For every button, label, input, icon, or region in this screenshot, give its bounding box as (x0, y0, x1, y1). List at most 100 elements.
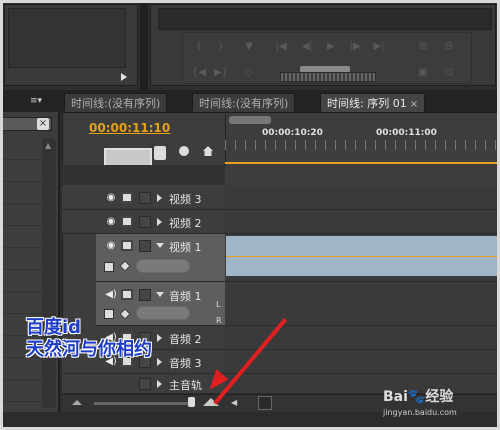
settings-icon[interactable]: ⊡ (440, 66, 458, 80)
monitor-screen (158, 8, 492, 30)
step-back-icon[interactable]: ◀| (298, 40, 316, 54)
track-name: 视频 3 (169, 193, 202, 206)
work-area-indicator (225, 162, 497, 164)
waveform-icon[interactable] (104, 309, 114, 319)
track-lane-video-2[interactable] (225, 210, 497, 234)
expand-icon[interactable] (157, 218, 162, 226)
clear-search-icon[interactable]: × (37, 118, 49, 130)
goto-in-icon[interactable]: |◀ (272, 40, 290, 54)
expand-icon[interactable] (157, 358, 162, 366)
track-name: 主音轨 (169, 379, 202, 392)
keyframe-navigator[interactable] (136, 259, 190, 273)
list-item[interactable] (0, 248, 42, 270)
tab-label: 时间线:(没有序列) (199, 97, 289, 110)
lock-toggle[interactable] (139, 216, 151, 228)
right-channel-label: R (216, 316, 222, 325)
tab-label: 时间线:(没有序列) (71, 97, 161, 110)
lock-toggle[interactable] (139, 240, 151, 252)
track-name: 视频 2 (169, 217, 202, 230)
snap-icon[interactable] (154, 146, 166, 160)
list-item[interactable] (0, 358, 42, 380)
overlay-icon[interactable]: ⊟ (440, 40, 458, 54)
eye-icon[interactable]: ◉ (104, 193, 118, 203)
mark-out-icon[interactable]: } (212, 40, 230, 54)
list-item[interactable] (0, 292, 42, 314)
zoom-out-icon[interactable] (72, 400, 82, 405)
scroll-left-icon[interactable]: ◀ (231, 398, 237, 407)
left-channel-label: L (216, 300, 221, 309)
eye-icon[interactable]: ◉ (104, 241, 118, 251)
paw-icon: 🐾 (407, 389, 426, 405)
track-name: 音频 2 (169, 333, 202, 346)
track-lane-audio-3[interactable] (225, 350, 497, 374)
ruler-label: 00:00:10:20 (262, 128, 323, 138)
scroll-up-icon[interactable]: ▲ (45, 141, 51, 150)
collapse-icon[interactable] (156, 243, 164, 248)
baidu-url: jingyan.baidu.com (383, 408, 457, 417)
goto-out-icon[interactable]: ▶| (370, 40, 388, 54)
expand-icon[interactable] (157, 334, 162, 342)
expand-icon[interactable] (157, 194, 162, 202)
track-name: 视频 1 (169, 241, 202, 254)
clip-opacity-line[interactable] (226, 256, 497, 257)
list-item[interactable] (0, 380, 42, 402)
insert-icon[interactable]: ⊞ (414, 40, 432, 54)
baidu-logo: Bai🐾经验 (383, 386, 453, 406)
marker-icon[interactable]: ▼ (240, 40, 258, 54)
film-icon[interactable] (121, 240, 133, 251)
expand-icon[interactable] (157, 380, 162, 388)
goto-prev-icon[interactable]: {◀ (190, 66, 208, 80)
lock-toggle[interactable] (139, 192, 151, 204)
track-header-strip (62, 165, 225, 185)
eye-icon[interactable]: ◉ (104, 217, 118, 227)
track-name: 音频 1 (169, 290, 202, 303)
set-marker-icon[interactable] (179, 146, 189, 156)
track-lane-video-3[interactable] (225, 186, 497, 210)
track-lane-audio-1[interactable] (225, 282, 497, 326)
export-frame-icon[interactable]: ▣ (414, 66, 432, 80)
work-area-bar[interactable] (229, 116, 271, 124)
keyframe-navigator[interactable] (136, 306, 190, 320)
loop-icon[interactable]: ◇ (240, 66, 258, 80)
list-item[interactable] (0, 138, 42, 160)
overlay-id-label: 百度id (26, 317, 82, 338)
speaker-icon[interactable]: ◀) (104, 290, 118, 300)
ruler-label: 00:00:11:00 (376, 128, 437, 138)
tab-label: 时间线: 序列 01 (327, 97, 407, 110)
jog-control[interactable] (280, 72, 376, 82)
close-icon[interactable]: × (410, 99, 418, 110)
step-forward-icon[interactable]: |▶ (346, 40, 364, 54)
goto-next-icon[interactable]: ▶} (212, 66, 230, 80)
play-button-icon[interactable]: ▶ (322, 40, 340, 54)
list-item[interactable] (0, 160, 42, 182)
panel-menu-icon[interactable]: ≡▾ (30, 96, 46, 108)
zoom-slider[interactable] (94, 402, 194, 405)
list-item[interactable] (0, 270, 42, 292)
source-list-area (8, 8, 126, 68)
film-icon[interactable] (121, 216, 133, 227)
project-scrollbar[interactable] (42, 138, 56, 408)
tab-timeline-empty-2[interactable]: 时间线:(没有序列) (192, 93, 296, 112)
lock-toggle[interactable] (139, 378, 151, 390)
play-icon[interactable] (121, 73, 127, 81)
list-item[interactable] (0, 226, 42, 248)
current-timecode[interactable]: 00:00:11:10 (89, 121, 170, 135)
display-style-icon[interactable] (104, 262, 114, 272)
mark-in-icon[interactable]: { (190, 40, 208, 54)
tab-timeline-empty-1[interactable]: 时间线:(没有序列) (64, 93, 168, 112)
panel-divider[interactable] (140, 0, 148, 90)
collapse-icon[interactable] (156, 292, 164, 297)
ruler-ticks (225, 140, 497, 150)
brand-text: Bai (383, 389, 408, 405)
film-icon[interactable] (121, 192, 133, 203)
list-item[interactable] (0, 182, 42, 204)
lock-toggle[interactable] (139, 289, 151, 301)
horizontal-scroll-thumb[interactable] (258, 396, 272, 410)
zoom-slider-thumb[interactable] (188, 397, 195, 407)
sync-lock-icon[interactable] (121, 289, 133, 300)
track-lane-master[interactable] (225, 374, 497, 394)
brand-suffix: 经验 (425, 389, 454, 405)
tab-timeline-sequence-01[interactable]: 时间线: 序列 01 × (320, 93, 426, 112)
overlay-slogan: 天然河与你相约 (26, 339, 152, 360)
list-item[interactable] (0, 204, 42, 226)
